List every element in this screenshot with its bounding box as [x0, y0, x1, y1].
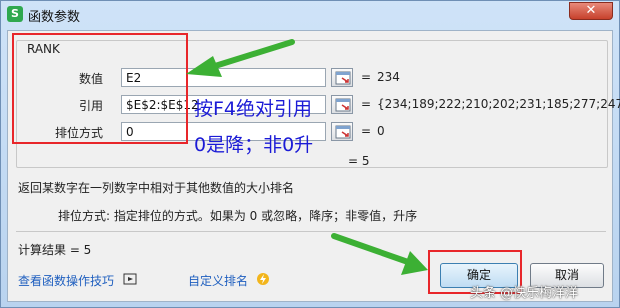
arrow-head-inputs [186, 56, 222, 77]
arrow-to-inputs [212, 39, 295, 69]
watermark: 头条 @快乐梅洋洋 [470, 286, 579, 301]
arrow-to-ok [331, 233, 411, 265]
annotation-f4: 按F4绝对引用 [194, 98, 313, 120]
annotation-order: 0是降；非0升 [194, 134, 314, 156]
